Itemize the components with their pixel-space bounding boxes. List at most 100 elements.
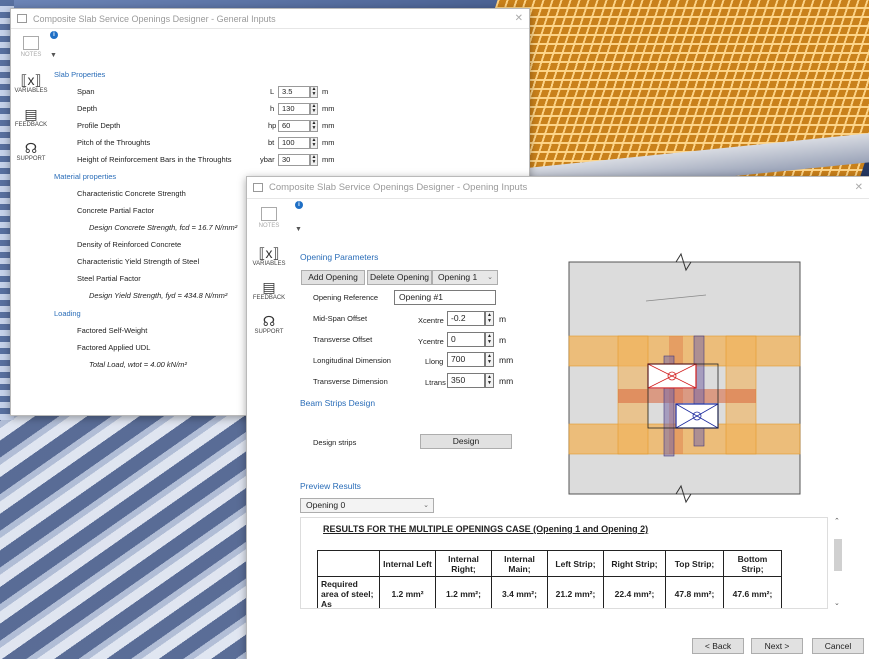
pitch-input[interactable]: 100 <box>278 137 310 149</box>
opening-select[interactable]: Opening 1 ⌄ <box>432 270 498 285</box>
preview-results-heading: Preview Results <box>300 481 361 491</box>
sidebar-item-notes[interactable]: NOTES <box>21 36 41 58</box>
support-label: SUPPORT <box>16 156 46 162</box>
table-header-cell: Internal Left <box>379 550 436 577</box>
reference-input[interactable]: Opening #1 <box>394 290 496 305</box>
reference-label: Opening Reference <box>313 293 379 302</box>
table-row: Required area of steel; As 1.2 mm² 1.2 m… <box>317 576 782 608</box>
loading-heading: Loading <box>54 309 81 318</box>
transverse-offset-input[interactable]: 0 <box>447 332 485 347</box>
bar-height-input[interactable]: 30 <box>278 154 310 166</box>
span-label: Span <box>77 87 95 96</box>
mid-span-label: Mid-Span Offset <box>313 314 368 323</box>
variables-label: VARIABLES <box>14 88 48 94</box>
sidebar-item-feedback[interactable]: ▤ FEEDBACK <box>15 106 47 128</box>
collapse-caret-icon[interactable]: ▼ <box>50 52 57 59</box>
scroll-up-icon[interactable]: ⌃ <box>834 517 840 525</box>
add-opening-button[interactable]: Add Opening <box>301 270 365 285</box>
bar-height-label: Height of Reinforcement Bars in the Thro… <box>77 155 232 164</box>
results-scrollbar[interactable]: ⌃ ⌄ <box>832 517 844 609</box>
table-cell: 1.2 mm² <box>379 576 436 608</box>
sidebar-item-variables[interactable]: ⟦x⟧ VARIABLES <box>253 245 286 267</box>
trans-dimension-input[interactable]: 350 <box>447 373 485 388</box>
support-label: SUPPORT <box>254 329 284 335</box>
applied-udl-label: Factored Applied UDL <box>77 343 151 352</box>
pitch-spinner[interactable]: ▲ ▼ <box>310 137 318 149</box>
results-panel: RESULTS FOR THE MULTIPLE OPENINGS CASE (… <box>300 517 828 609</box>
feedback-icon: ▤ <box>262 279 276 295</box>
profile-depth-input[interactable]: 60 <box>278 120 310 132</box>
window-icon <box>253 183 263 192</box>
mid-span-spinner[interactable]: ▲ ▼ <box>485 311 494 326</box>
sidebar-item-support[interactable]: ☊ SUPPORT <box>255 313 284 335</box>
span-unit: m <box>322 87 329 96</box>
bar-height-spinner[interactable]: ▲ ▼ <box>310 154 318 166</box>
span-spinner[interactable]: ▲ ▼ <box>310 86 318 98</box>
table-header-cell: Top Strip; <box>665 550 724 577</box>
profile-depth-spinner[interactable]: ▲ ▼ <box>310 120 318 132</box>
longitudinal-input[interactable]: 700 <box>447 352 485 367</box>
close-icon[interactable]: ✕ <box>855 182 863 193</box>
opening-parameters-heading: Opening Parameters <box>300 252 379 262</box>
opening-select-value: Opening 1 <box>438 272 478 282</box>
sidebar-item-variables[interactable]: ⟦x⟧ VARIABLES <box>15 72 48 94</box>
mid-span-input[interactable]: -0.2 <box>447 311 485 326</box>
table-cell: 21.2 mm²; <box>547 576 604 608</box>
trans-dimension-spinner[interactable]: ▲ ▼ <box>485 373 494 388</box>
mid-span-unit: m <box>499 314 507 324</box>
sidebar-item-support[interactable]: ☊ SUPPORT <box>17 140 46 162</box>
beam-strips-heading: Beam Strips Design <box>300 398 376 408</box>
info-icon[interactable]: i <box>50 31 58 39</box>
trimmer-right <box>693 335 705 447</box>
window-icon <box>17 14 27 23</box>
bar-height-unit: mm <box>322 155 335 164</box>
mid-span-symbol: Xcentre <box>418 316 444 325</box>
headset-icon: ☊ <box>24 140 38 156</box>
longitudinal-label: Longitudinal Dimension <box>313 356 391 365</box>
back-button[interactable]: < Back <box>692 638 744 654</box>
self-weight-label: Factored Self-Weight <box>77 326 148 335</box>
longitudinal-symbol: Llong <box>425 357 444 366</box>
table-header-row: Internal Left Internal Right; Internal M… <box>317 550 782 577</box>
depth-input[interactable]: 130 <box>278 103 310 115</box>
next-button[interactable]: Next > <box>751 638 803 654</box>
longitudinal-unit: mm <box>499 355 514 365</box>
collapse-caret-icon[interactable]: ▼ <box>295 226 302 233</box>
span-input[interactable]: 3.5 <box>278 86 310 98</box>
pitch-label: Pitch of the Throughts <box>77 138 151 147</box>
trans-dimension-unit: mm <box>499 376 514 386</box>
scroll-thumb[interactable] <box>834 539 842 571</box>
profile-depth-unit: mm <box>322 121 335 130</box>
transverse-offset-symbol: Ycentre <box>418 337 444 346</box>
variables-icon: ⟦x⟧ <box>258 245 280 261</box>
scroll-down-icon[interactable]: ⌄ <box>834 599 840 607</box>
sidebar-item-notes[interactable]: NOTES <box>259 207 279 229</box>
window-title: Composite Slab Service Openings Designer… <box>33 13 276 24</box>
close-icon[interactable]: ✕ <box>515 13 523 24</box>
table-cell: 3.4 mm²; <box>491 576 548 608</box>
table-header-cell: Left Strip; <box>547 550 604 577</box>
chevron-down-icon: ⌄ <box>423 502 429 509</box>
preview-select[interactable]: Opening 0 ⌄ <box>300 498 434 513</box>
steel-yield-label: Characteristic Yield Strength of Steel <box>77 257 200 266</box>
design-strips-label: Design strips <box>313 438 357 447</box>
pitch-symbol: bt <box>268 138 275 147</box>
window-title: Composite Slab Service Openings Designer… <box>269 182 528 193</box>
total-load: Total Load, wtot = 4.00 kN/m² <box>89 360 187 369</box>
sidebar-item-feedback[interactable]: ▤ FEEDBACK <box>253 279 285 301</box>
transverse-offset-spinner[interactable]: ▲ ▼ <box>485 332 494 347</box>
span-symbol: L <box>270 87 275 96</box>
design-button[interactable]: Design <box>420 434 512 449</box>
depth-symbol: h <box>270 104 275 113</box>
design-yield-strength: Design Yield Strength, fyd = 434.8 N/mm² <box>89 291 228 300</box>
table-header-cell: Internal Main; <box>491 550 548 577</box>
material-properties-heading: Material properties <box>54 172 117 181</box>
profile-depth-label: Profile Depth <box>77 121 121 130</box>
delete-opening-button[interactable]: Delete Opening <box>367 270 432 285</box>
cancel-button[interactable]: Cancel <box>812 638 864 654</box>
trans-dimension-label: Transverse Dimension <box>313 377 388 386</box>
depth-spinner[interactable]: ▲ ▼ <box>310 103 318 115</box>
table-header-cell: Bottom Strip; <box>723 550 782 577</box>
info-icon[interactable]: i <box>295 201 303 209</box>
longitudinal-spinner[interactable]: ▲ ▼ <box>485 352 494 367</box>
